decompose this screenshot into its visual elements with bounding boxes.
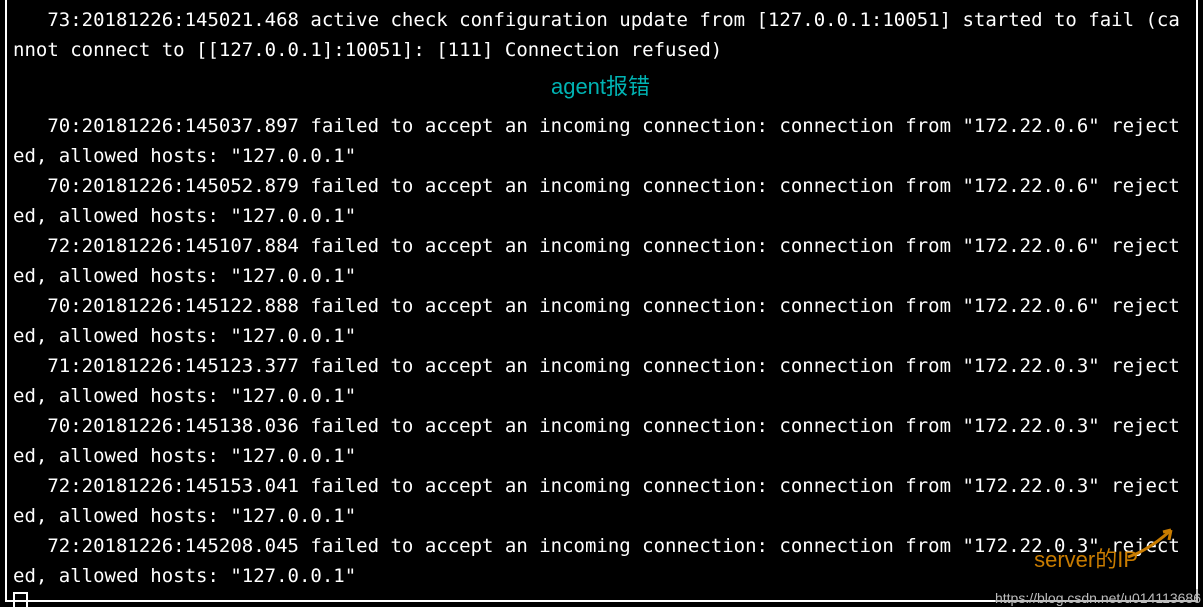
caption-agent-error: agent报错 (13, 65, 1188, 111)
log-line: 72:20181226:145208.045 failed to accept … (13, 531, 1188, 591)
log-line: 71:20181226:145123.377 failed to accept … (13, 351, 1188, 411)
log-block-top: 73:20181226:145021.468 agent #9 started … (13, 0, 1188, 65)
log-line: 73:20181226:145021.468 active check conf… (13, 5, 1188, 65)
terminal-cursor (13, 592, 28, 607)
log-block-bottom: 70:20181226:145037.897 failed to accept … (13, 111, 1188, 591)
log-line: 70:20181226:145052.879 failed to accept … (13, 171, 1188, 231)
log-line: 70:20181226:145037.897 failed to accept … (13, 111, 1188, 171)
watermark-text: https://blog.csdn.net/u014113686 (995, 589, 1201, 607)
log-line: 70:20181226:145138.036 failed to accept … (13, 411, 1188, 471)
annotation-server-ip: server的IP (1034, 542, 1138, 574)
log-line: 72:20181226:145153.041 failed to accept … (13, 471, 1188, 531)
terminal-window[interactable]: 73:20181226:145021.468 agent #9 started … (5, 0, 1198, 602)
log-line: 70:20181226:145122.888 failed to accept … (13, 291, 1188, 351)
log-line: 72:20181226:145107.884 failed to accept … (13, 231, 1188, 291)
